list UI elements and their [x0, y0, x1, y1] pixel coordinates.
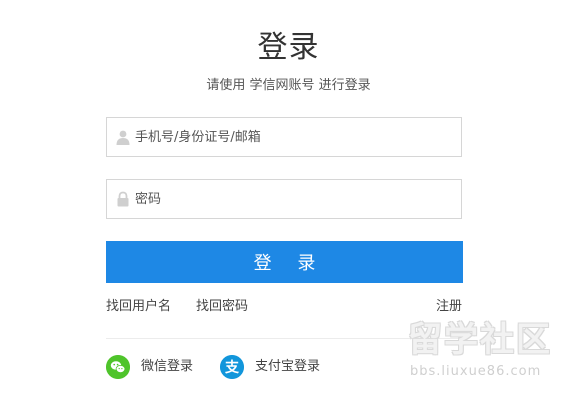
login-button[interactable]: 登 录 [106, 241, 463, 283]
page-subtitle: 请使用 学信网账号 进行登录 [206, 78, 371, 93]
svg-text:支: 支 [224, 359, 240, 376]
user-icon [116, 130, 130, 145]
wechat-icon [106, 355, 130, 379]
username-field[interactable] [106, 117, 462, 157]
username-input[interactable] [135, 118, 455, 156]
password-input[interactable] [135, 180, 455, 218]
alipay-icon: 支 [220, 355, 244, 379]
find-username-link[interactable]: 找回用户名 [106, 298, 171, 316]
watermark-text: 留学社区 [408, 320, 552, 360]
password-field[interactable] [106, 179, 462, 219]
alipay-login-label: 支付宝登录 [255, 359, 321, 374]
page-title: 登录 [257, 30, 320, 65]
wechat-login-label: 微信登录 [141, 359, 194, 374]
site-watermark: 留学社区 bbs.liuxue86.com [402, 318, 572, 388]
register-link[interactable]: 注册 [436, 298, 462, 316]
watermark-url: bbs.liuxue86.com [410, 364, 542, 379]
find-password-link[interactable]: 找回密码 [196, 298, 248, 316]
lock-icon [117, 191, 129, 207]
